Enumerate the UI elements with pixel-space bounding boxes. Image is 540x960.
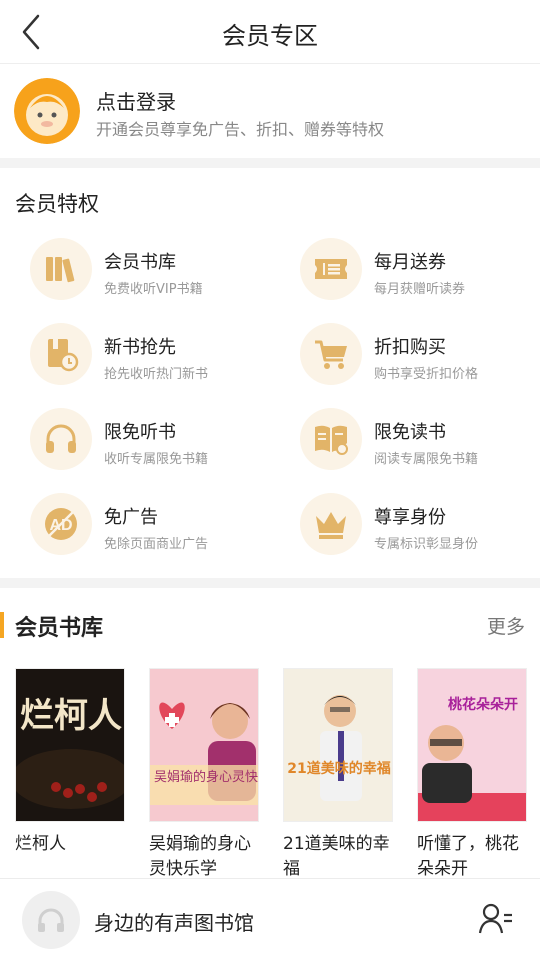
section-divider	[0, 158, 540, 168]
privilege-name: 尊享身份	[374, 507, 446, 528]
privilege-item-no-ad[interactable]: AD 免广告 免除页面商业广告	[30, 493, 280, 563]
book-cover-title: 21道美味的幸福	[287, 760, 390, 777]
privilege-name: 限免读书	[374, 422, 446, 443]
privilege-name: 限免听书	[104, 422, 176, 443]
monkey-avatar-icon	[14, 78, 80, 144]
library-title: 会员书库	[15, 616, 104, 641]
privilege-desc: 免除页面商业广告	[104, 537, 209, 552]
privilege-desc: 专属标识彰显身份	[374, 537, 479, 552]
book-card[interactable]: 烂柯人 烂柯人	[15, 668, 125, 857]
bottom-bar: 身边的有声图书馆	[0, 878, 540, 960]
headphones-icon	[30, 408, 92, 470]
privilege-item-free-listen[interactable]: 限免听书 收听专属限免书籍	[30, 408, 280, 478]
privilege-desc: 每月获赠听读券	[374, 282, 466, 297]
new-book-clock-icon	[30, 323, 92, 385]
privilege-item-ticket[interactable]: 每月送券 每月获赠听读券	[300, 238, 540, 308]
book-cover[interactable]: 21道美味的幸福	[283, 668, 393, 822]
privilege-name: 折扣购买	[374, 337, 446, 358]
privilege-name: 每月送券	[374, 252, 446, 273]
page-title: 会员专区	[222, 22, 318, 50]
privileges-title: 会员特权	[15, 192, 99, 216]
no-ad-icon: AD	[30, 493, 92, 555]
library-section: 会员书库 更多 烂柯人 烂柯人 吴娟瑜的身心灵快乐学	[0, 588, 540, 878]
section-accent-bar	[0, 612, 4, 638]
header-bar: 会员专区	[0, 0, 540, 64]
book-cover[interactable]: 烂柯人	[15, 668, 125, 822]
privilege-item-library[interactable]: 会员书库 免费收听VIP书籍	[30, 238, 280, 308]
login-title[interactable]: 点击登录	[96, 86, 176, 115]
cart-icon	[300, 323, 362, 385]
privilege-item-discount[interactable]: 折扣购买 购书享受折扣价格	[300, 323, 540, 393]
crown-icon	[300, 493, 362, 555]
book-cover-title: 吴娟瑜的身心灵快乐学	[154, 769, 259, 785]
privilege-desc: 收听专属限免书籍	[104, 452, 209, 467]
avatar[interactable]	[14, 78, 80, 144]
book-card[interactable]: 桃花朵朵开 听懂了，桃花朵朵开	[417, 668, 527, 878]
book-title[interactable]: 吴娟瑜的身心灵快乐学	[149, 832, 265, 878]
privilege-desc: 免费收听VIP书籍	[104, 282, 203, 297]
privilege-name: 免广告	[104, 507, 158, 528]
bottom-slogan: 身边的有声图书馆	[94, 911, 254, 935]
privilege-desc: 抢先收听热门新书	[104, 367, 209, 382]
audio-library-icon[interactable]	[22, 891, 80, 949]
book-cover[interactable]: 桃花朵朵开	[417, 668, 527, 822]
books-icon	[30, 238, 92, 300]
user-menu-button[interactable]	[478, 901, 514, 937]
book-cover-title: 桃花朵朵开	[448, 696, 518, 713]
privilege-desc: 购书享受折扣价格	[374, 367, 479, 382]
book-card[interactable]: 21道美味的幸福 21道美味的幸福	[283, 668, 393, 878]
privilege-item-free-read[interactable]: 限免读书 阅读专属限免书籍	[300, 408, 540, 478]
privilege-name: 会员书库	[104, 252, 176, 273]
login-subtitle: 开通会员尊享免广告、折扣、赠券等特权	[96, 120, 385, 139]
privilege-item-new-book[interactable]: 新书抢先 抢先收听热门新书	[30, 323, 280, 393]
book-cover-title: 烂柯人	[20, 697, 122, 735]
section-divider	[0, 578, 540, 588]
privilege-item-identity[interactable]: 尊享身份 专属标识彰显身份	[300, 493, 540, 563]
book-title[interactable]: 21道美味的幸福	[283, 832, 399, 878]
book-card[interactable]: 吴娟瑜的身心灵快乐学 吴娟瑜的身心灵快乐学	[149, 668, 259, 878]
login-banner[interactable]: 点击登录 开通会员尊享免广告、折扣、赠券等特权	[0, 64, 540, 158]
ticket-icon	[300, 238, 362, 300]
privilege-name: 新书抢先	[104, 337, 176, 358]
privileges-section: 会员特权 会员书库 免费收听VIP书籍 每月送券 每月获赠听读券 新书抢先 抢先…	[0, 168, 540, 578]
book-title[interactable]: 烂柯人	[15, 832, 131, 857]
book-cover[interactable]: 吴娟瑜的身心灵快乐学	[149, 668, 259, 822]
user-list-icon	[478, 903, 512, 934]
more-link[interactable]: 更多	[487, 612, 525, 639]
privilege-desc: 阅读专属限免书籍	[374, 452, 479, 467]
book-title[interactable]: 听懂了，桃花朵朵开	[417, 832, 533, 878]
open-book-icon	[300, 408, 362, 470]
